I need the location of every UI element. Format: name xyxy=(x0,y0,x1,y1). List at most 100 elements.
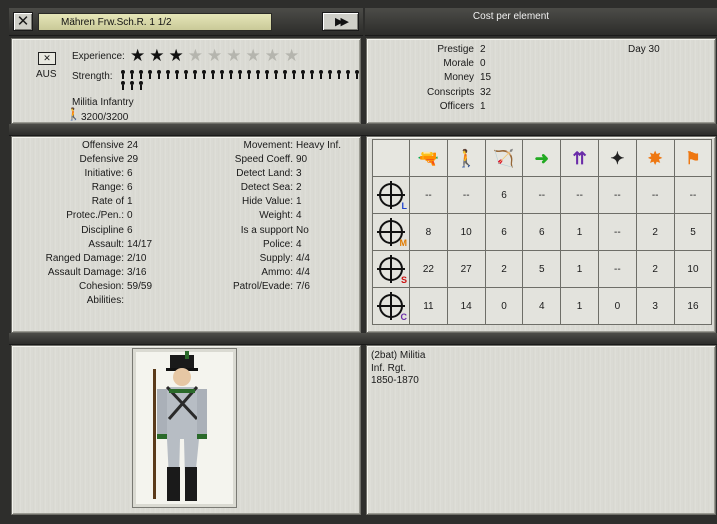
strength-man-icon xyxy=(345,70,351,79)
stat-row: Detect Sea: 2 xyxy=(28,182,341,196)
table-row: L -- -- 6 -- -- -- -- -- xyxy=(372,176,713,214)
table-cell: 6 xyxy=(484,176,524,214)
cost-row: Prestige 2 xyxy=(427,44,491,58)
column-header-cell: ✸ xyxy=(635,139,675,177)
divider-bar xyxy=(9,124,717,136)
stat-row: Movement: Heavy Inf. xyxy=(28,140,342,154)
cost-row: Conscripts 32 xyxy=(427,87,491,101)
strength-man-icon xyxy=(174,70,180,79)
table-cell: 1 xyxy=(560,287,599,325)
stat-label: Detect Sea: xyxy=(240,182,293,194)
strength-man-icon xyxy=(192,70,198,79)
experience-star-icon: ★ xyxy=(245,46,261,65)
target-class-letter: S xyxy=(400,275,407,285)
stat-value: No xyxy=(296,224,309,236)
skirmish-icon: ✦ xyxy=(610,148,625,168)
move-arrow-icon: ➜ xyxy=(534,148,549,168)
stat-row: Abilities: xyxy=(17,295,152,309)
table-cell: -- xyxy=(560,176,599,214)
stat-label: Detect Land: xyxy=(236,168,293,180)
column-header-cell: ⚑ xyxy=(673,139,713,177)
strength-figures xyxy=(120,70,360,90)
stat-value: 7/6 xyxy=(296,280,310,292)
table-cell: 4 xyxy=(522,287,562,325)
strength-man-icon xyxy=(264,70,270,79)
cost-value: 0 xyxy=(480,58,486,70)
experience-star-icon: ★ xyxy=(168,46,184,65)
description-line-3: 1850-1870 xyxy=(371,375,419,386)
strength-man-icon xyxy=(318,70,324,79)
table-cell: -- xyxy=(409,176,448,214)
nation-label: AUS xyxy=(36,69,57,80)
strength-man-icon xyxy=(291,70,297,79)
strength-man-icon xyxy=(183,70,189,79)
unit-type-label: Militia Infantry xyxy=(72,97,134,108)
cost-value: 2 xyxy=(480,44,486,55)
table-cell: -- xyxy=(597,213,637,251)
column-header-cell: ✦ xyxy=(597,139,637,177)
stat-value: 2 xyxy=(296,182,302,194)
element-table: 🔫 🚶 🏹 ➜ ⇈ ✦ ✸ ⚑ L -- -- 6 -- -- -- -- -- M 8 10 6 6 1 -- 2 5 S 22 27… xyxy=(372,139,713,325)
stat-row: Weight: 4 xyxy=(28,210,341,224)
stats-right-column: Movement: Heavy Inf. Speed Coeff. 90 Detect … xyxy=(28,140,341,295)
stat-value: Heavy Inf. xyxy=(296,140,342,151)
stat-label: Movement: xyxy=(243,140,293,151)
target-crosshair-icon: S xyxy=(377,255,407,285)
stat-value: 3 xyxy=(296,168,302,180)
stat-label: Hide Value: xyxy=(242,196,293,208)
stat-row: Speed Coeff. 90 xyxy=(28,154,341,168)
strength-man-icon xyxy=(237,70,243,79)
table-cell: -- xyxy=(446,176,486,214)
table-cell: 3 xyxy=(635,287,675,325)
target-crosshair-icon: M xyxy=(377,218,407,248)
table-cell: 6 xyxy=(484,213,524,251)
stat-label: Speed Coeff. xyxy=(234,154,293,166)
next-unit-button[interactable]: ▶▶ xyxy=(322,12,359,31)
strength-man-icon xyxy=(201,70,207,79)
description-line-1: (2bat) Militia xyxy=(371,350,426,361)
experience-star-icon: ★ xyxy=(130,46,146,65)
column-header-cell: 🏹 xyxy=(484,139,524,177)
table-row: S 22 27 2 5 1 -- 2 10 xyxy=(372,250,713,288)
strength-label: Strength: xyxy=(72,71,113,82)
table-cell: -- xyxy=(522,176,562,214)
stat-row: Hide Value: 1 xyxy=(28,196,341,210)
explosion-icon: ✸ xyxy=(648,148,663,168)
table-cell: 2 xyxy=(635,213,675,251)
stat-value: 90 xyxy=(296,154,308,166)
row-header-cell: C xyxy=(372,287,410,325)
experience-star-icon: ★ xyxy=(149,46,165,65)
cost-label: Conscripts xyxy=(427,86,475,98)
strength-man-icon xyxy=(156,70,162,79)
flag-icon: ⚑ xyxy=(685,148,701,168)
table-row: M 8 10 6 6 1 -- 2 5 xyxy=(372,213,713,251)
cost-row: Officers 1 xyxy=(427,101,491,115)
table-cell: 14 xyxy=(446,287,486,325)
strength-man-icon xyxy=(165,70,171,79)
unit-description: (2bat) Militia Inf. Rgt. 1850-1870 xyxy=(371,350,425,388)
table-cell: 27 xyxy=(446,250,486,288)
strength-man-icon xyxy=(228,70,234,79)
experience-star-icon: ★ xyxy=(284,46,300,65)
stat-label: Weight: xyxy=(259,210,293,222)
table-cell: 0 xyxy=(484,287,524,325)
cost-title: Cost per element xyxy=(472,11,550,22)
table-cell: 5 xyxy=(522,250,562,288)
experience-label: Experience: xyxy=(72,51,125,62)
strength-man-icon xyxy=(147,70,153,79)
stat-label: Police: xyxy=(262,238,293,250)
cost-label: Officers xyxy=(439,100,474,112)
row-header-cell: L xyxy=(372,176,410,214)
close-button[interactable]: ✕ xyxy=(13,12,33,31)
strength-man-icon xyxy=(138,70,144,79)
target-class-letter: C xyxy=(400,312,408,322)
strength-man-icon xyxy=(273,70,279,79)
strength-man-icon xyxy=(129,81,135,90)
table-cell: 1 xyxy=(560,250,599,288)
stat-row: Detect Land: 3 xyxy=(28,168,341,182)
stat-label: Is a support xyxy=(240,224,293,236)
unit-name-field: Mähren Frw.Sch.R. 1 1/2 xyxy=(38,13,272,31)
column-header-cell: ➜ xyxy=(522,139,562,177)
experience-star-icon: ★ xyxy=(187,46,203,65)
table-cell: 11 xyxy=(409,287,448,325)
